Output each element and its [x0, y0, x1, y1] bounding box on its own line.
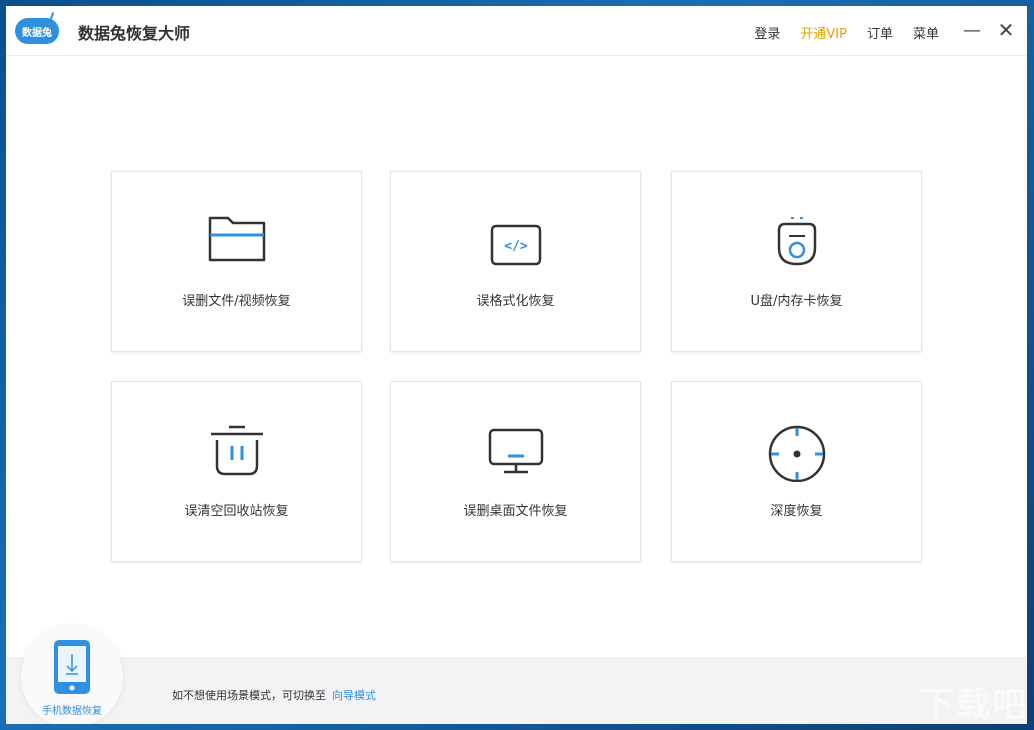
mobile-recovery-button[interactable]: 手机数据恢复	[21, 626, 123, 724]
card-label: 深度恢复	[672, 500, 921, 519]
card-usb-recovery[interactable]: U盘/内存卡恢复	[671, 171, 922, 352]
minimize-button[interactable]: —	[961, 19, 983, 41]
usb-drive-icon	[765, 208, 829, 272]
card-format-recovery[interactable]: </> 误格式化恢复	[390, 171, 641, 352]
mode-hint-text: 如不想使用场景模式，可切换至	[172, 689, 326, 702]
watermark: 下载吧	[920, 677, 1028, 726]
card-label: 误清空回收站恢复	[112, 500, 361, 519]
mobile-recovery-label: 手机数据恢复	[21, 702, 123, 717]
card-deleted-files-recovery[interactable]: 误删文件/视频恢复	[111, 171, 362, 352]
phone-download-icon	[52, 638, 92, 696]
card-deep-recovery[interactable]: 深度恢复	[671, 381, 922, 562]
code-window-icon: </>	[484, 208, 548, 272]
trash-icon	[205, 418, 269, 482]
login-link[interactable]: 登录	[754, 23, 780, 42]
bottom-bar: 如不想使用场景模式，可切换至向导模式	[6, 657, 1027, 724]
orders-link[interactable]: 订单	[867, 23, 893, 42]
svg-text:</>: </>	[504, 239, 528, 254]
app-title: 数据兔恢复大师	[78, 20, 190, 44]
vip-link[interactable]: 开通VIP	[800, 23, 847, 42]
mode-hint: 如不想使用场景模式，可切换至向导模式	[172, 687, 376, 703]
close-button[interactable]: ✕	[995, 19, 1017, 41]
title-bar: 数据兔 数据兔恢复大师 登录 开通VIP 订单 菜单 — ✕	[6, 6, 1027, 56]
app-window: 数据兔 数据兔恢复大师 登录 开通VIP 订单 菜单 — ✕ 误删文件/视频恢复…	[6, 6, 1027, 724]
card-desktop-files-recovery[interactable]: 误删桌面文件恢复	[390, 381, 641, 562]
folder-icon	[205, 208, 269, 272]
crosshair-icon	[765, 418, 829, 482]
card-recycle-bin-recovery[interactable]: 误清空回收站恢复	[111, 381, 362, 562]
app-logo: 数据兔	[15, 18, 59, 44]
card-label: U盘/内存卡恢复	[672, 290, 921, 309]
top-nav: 登录 开通VIP 订单 菜单	[754, 23, 939, 42]
wizard-mode-link[interactable]: 向导模式	[332, 689, 376, 702]
card-label: 误删桌面文件恢复	[391, 500, 640, 519]
card-label: 误格式化恢复	[391, 290, 640, 309]
monitor-icon	[484, 418, 548, 482]
card-label: 误删文件/视频恢复	[112, 290, 361, 309]
menu-link[interactable]: 菜单	[913, 23, 939, 42]
